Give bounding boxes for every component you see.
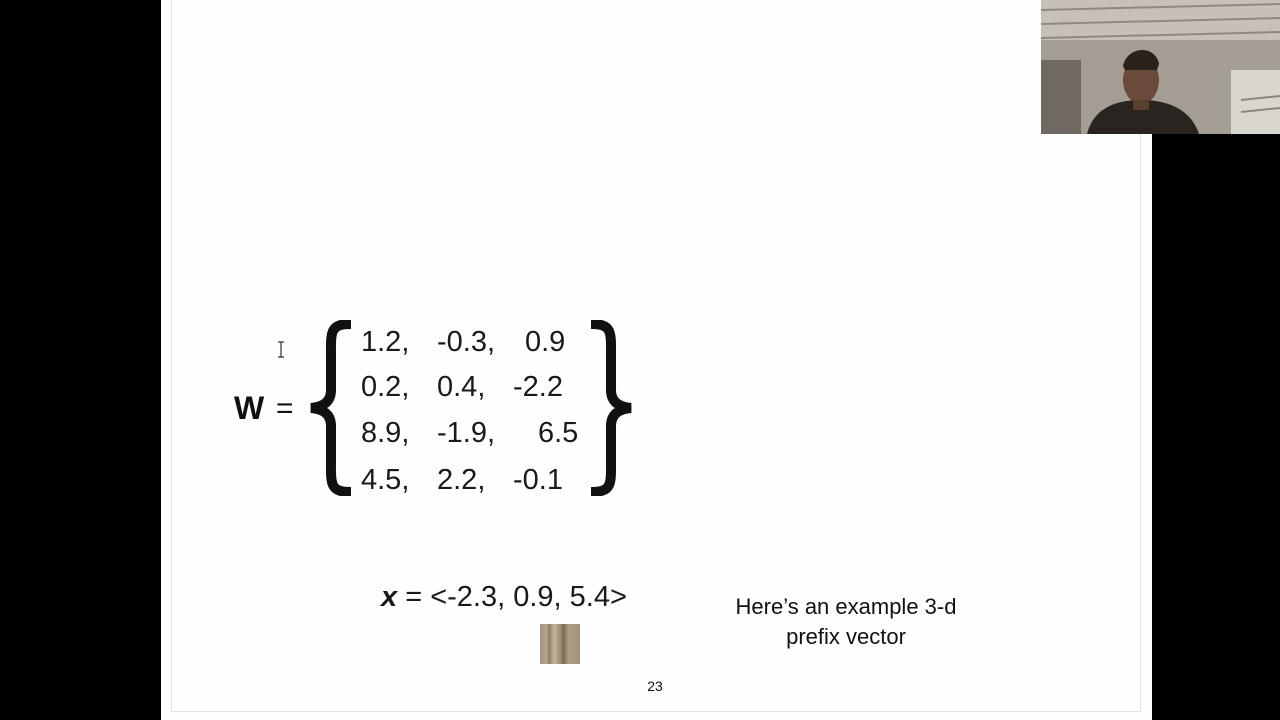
matrix-cell: -0.1 [513, 464, 563, 496]
note-line: Here’s an example 3-d [735, 594, 957, 619]
matrix-equals-sign: = [276, 392, 294, 425]
right-brace-icon [590, 320, 632, 496]
matrix-row: 8.9, -1.9, 6.5 [361, 413, 591, 453]
matrix-row: 4.5, 2.2, -0.1 [361, 460, 591, 500]
matrix-cell: 1.2, [361, 326, 410, 358]
webcam-video-feed [1041, 0, 1280, 134]
vector-equation: x = <-2.3, 0.9, 5.4> [381, 578, 627, 616]
matrix-cell: 4.5, [361, 464, 410, 496]
matrix-row: 1.2, -0.3, 0.9 [361, 322, 591, 362]
prefix-vector-note: Here’s an example 3-d prefix vector [696, 592, 996, 652]
matrix-cell: 2.2, [437, 464, 486, 496]
matrix-cell: 0.2, [361, 371, 410, 403]
matrix-cell: -2.2 [513, 371, 563, 403]
screen: W = 1.2, -0.3, 0.9 0.2, 0.4, -2.2 8.9, -… [0, 0, 1280, 720]
prefix-vector-swatch [540, 624, 580, 664]
webcam-scene-icon [1041, 0, 1280, 134]
text-cursor-icon [278, 341, 284, 358]
vector-equals-sign: = [405, 581, 423, 613]
page-number: 23 [647, 678, 663, 694]
matrix-label: W [234, 390, 265, 426]
vector-label: x [381, 581, 398, 613]
vector-value: <-2.3, 0.9, 5.4> [430, 581, 627, 613]
matrix-cell: 0.4, [437, 371, 486, 403]
matrix-cell: -0.3, [437, 326, 496, 358]
matrix-cell: 8.9, [361, 417, 410, 449]
note-line: prefix vector [786, 624, 906, 649]
matrix-cell: 0.9 [525, 326, 566, 358]
matrix-cell: 6.5 [538, 417, 579, 449]
presentation-slide: W = 1.2, -0.3, 0.9 0.2, 0.4, -2.2 8.9, -… [161, 0, 1152, 720]
matrix-row: 0.2, 0.4, -2.2 [361, 367, 591, 407]
left-brace-icon [310, 320, 352, 496]
matrix-cell: -1.9, [437, 417, 496, 449]
